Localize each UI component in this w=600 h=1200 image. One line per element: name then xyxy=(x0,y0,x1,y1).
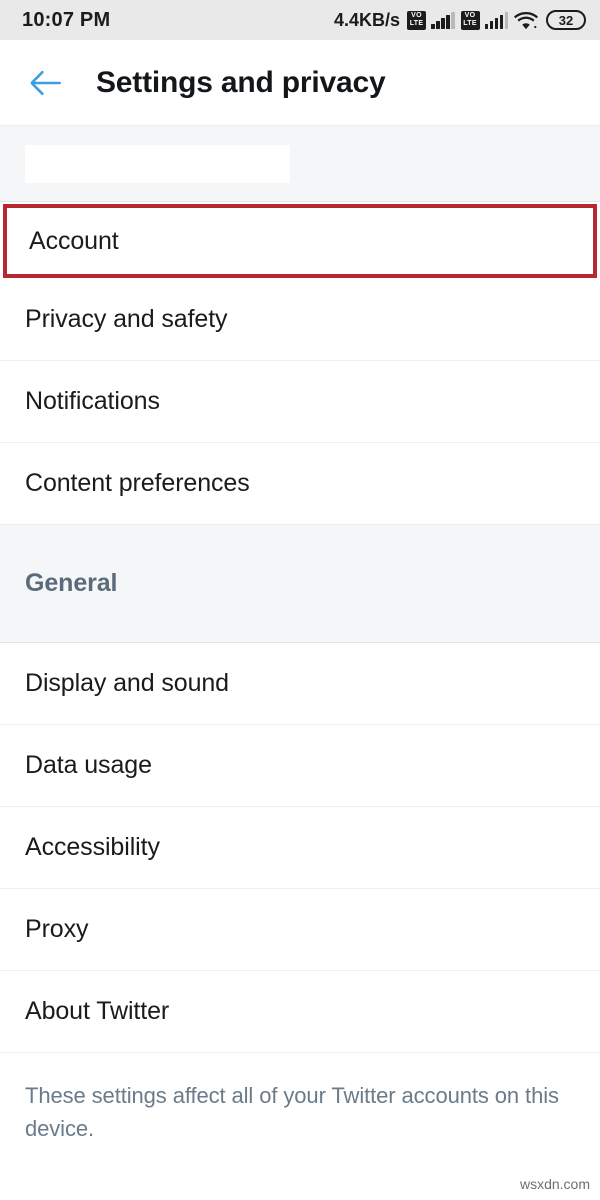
status-clock: 10:07 PM xyxy=(22,8,111,31)
list-item-display-and-sound[interactable]: Display and sound xyxy=(0,643,600,725)
volte-icon-bottom-text: LTE xyxy=(409,20,424,27)
general-section-header: General xyxy=(0,525,600,643)
app-bar: Settings and privacy xyxy=(0,40,600,126)
list-item-label: Privacy and safety xyxy=(25,305,228,333)
list-item-account[interactable]: Account xyxy=(3,204,597,278)
list-item-label: Proxy xyxy=(25,915,89,943)
list-item-notifications[interactable]: Notifications xyxy=(0,361,600,443)
volte-icon-top-text: VO xyxy=(411,12,422,19)
volte-icon-2: VO LTE xyxy=(460,10,480,30)
volte-icon-2-bottom-text: LTE xyxy=(463,20,477,27)
wifi-icon xyxy=(514,11,538,29)
list-item-data-usage[interactable]: Data usage xyxy=(0,725,600,807)
volte-icon: VO LTE xyxy=(407,10,426,30)
network-speed-text: 4.4KB/s xyxy=(333,9,400,30)
list-item-label: Accessibility xyxy=(25,833,160,861)
redacted-account-name xyxy=(25,144,290,183)
list-item-label: Account xyxy=(29,226,119,255)
page-title: Settings and privacy xyxy=(96,65,386,99)
signal-bars-icon xyxy=(431,11,455,29)
volte-icon-2-top-text: VO xyxy=(464,12,476,19)
list-item-label: Data usage xyxy=(25,751,152,779)
general-section-title: General xyxy=(25,569,118,597)
account-section-header xyxy=(0,126,600,202)
list-item-content-preferences[interactable]: Content preferences xyxy=(0,443,600,525)
footer-note: These settings affect all of your Twitte… xyxy=(25,1083,559,1141)
list-item-label: About Twitter xyxy=(25,997,170,1025)
arrow-left-icon xyxy=(30,70,61,95)
list-item-proxy[interactable]: Proxy xyxy=(0,889,600,971)
status-bar: 10:07 PM 4.4KB/s VO LTE VO LTE 32 xyxy=(0,0,600,40)
status-icons-group: 4.4KB/s VO LTE VO LTE 32 xyxy=(334,10,586,31)
list-item-label: Content preferences xyxy=(25,469,250,497)
account-settings-list: Account Privacy and safety Notifications… xyxy=(0,204,600,525)
list-item-about-twitter[interactable]: About Twitter xyxy=(0,971,600,1053)
watermark: wsxdn.com xyxy=(519,1176,590,1192)
back-button[interactable] xyxy=(24,61,68,105)
list-item-privacy-and-safety[interactable]: Privacy and safety xyxy=(0,279,600,361)
list-item-label: Display and sound xyxy=(25,669,229,697)
list-item-accessibility[interactable]: Accessibility xyxy=(0,807,600,889)
list-item-label: Notifications xyxy=(25,387,160,415)
battery-icon: 32 xyxy=(546,10,586,30)
battery-level-text: 32 xyxy=(558,12,574,28)
general-settings-list: Display and sound Data usage Accessibili… xyxy=(0,643,600,1053)
signal-bars-icon-2 xyxy=(484,11,508,29)
